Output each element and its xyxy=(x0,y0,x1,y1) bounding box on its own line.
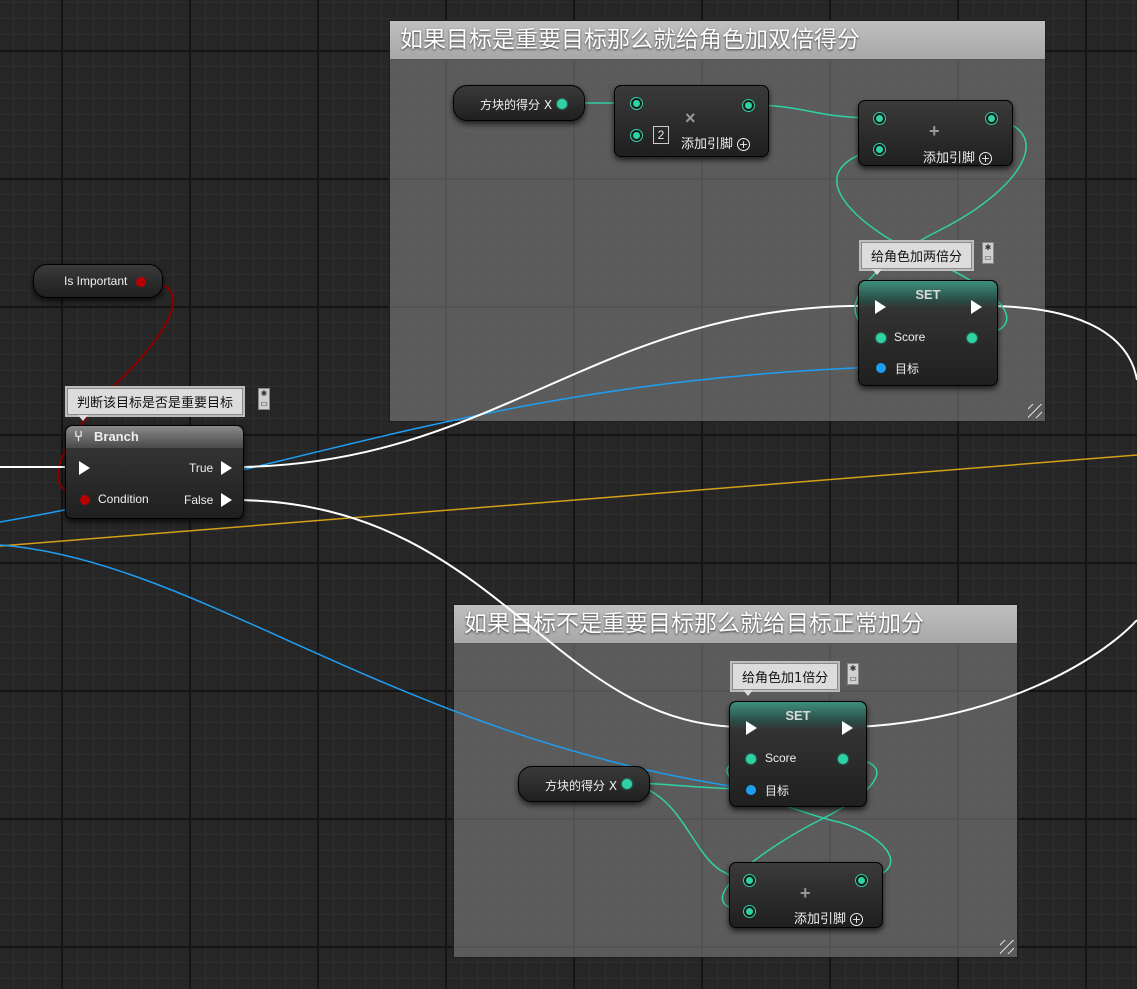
plus-circle-icon: + xyxy=(850,913,864,926)
branch-header: ⑂ Branch xyxy=(66,426,243,448)
condition-pin[interactable] xyxy=(80,495,90,505)
exec-wire-set-top-out xyxy=(984,305,1137,381)
exec-input-pin[interactable] xyxy=(875,300,886,314)
true-label: True xyxy=(189,461,214,475)
add-pin-label: 添加引脚 xyxy=(794,912,847,927)
multiply-icon: × xyxy=(685,108,696,128)
block-score-variable-node[interactable]: 方块的得分 X xyxy=(453,85,585,121)
score-label: Score xyxy=(894,330,926,344)
input-pin-b[interactable] xyxy=(744,906,755,917)
input-pin-a[interactable] xyxy=(874,113,885,124)
set-node-top[interactable]: SET Score 目标 xyxy=(858,280,998,386)
false-exec-pin[interactable] xyxy=(221,493,232,507)
target-pin[interactable] xyxy=(746,785,756,795)
variable-label: 方块的得分 X xyxy=(545,779,618,793)
output-pin[interactable] xyxy=(856,875,867,886)
set-top-comment-bubble[interactable]: 给角色加两倍分 xyxy=(861,242,973,275)
plus-circle-icon: + xyxy=(979,152,993,165)
score-output-pin[interactable] xyxy=(838,754,848,764)
exec-input-pin[interactable] xyxy=(79,461,90,475)
branch-comment-bubble[interactable]: 判断该目标是否是重要目标 xyxy=(67,388,244,421)
multiply-node[interactable]: 2 × 添加引脚 + xyxy=(614,85,769,157)
variable-label: Is Important xyxy=(64,274,128,288)
bubble-pin-icon[interactable]: ✱ ▭ xyxy=(982,242,994,264)
set-bottom-comment-bubble[interactable]: 给角色加1倍分 xyxy=(732,663,839,696)
target-pin[interactable] xyxy=(876,363,886,373)
add-node-top[interactable]: + 添加引脚 + xyxy=(858,100,1013,166)
input-pin-b[interactable] xyxy=(631,130,642,141)
input-pin-a[interactable] xyxy=(631,98,642,109)
output-pin[interactable] xyxy=(986,113,997,124)
block-score-variable-node[interactable]: 方块的得分 X xyxy=(518,766,650,802)
add-pin-button[interactable]: 添加引脚 + xyxy=(681,133,751,152)
add-node-bottom[interactable]: + 添加引脚 + xyxy=(729,862,883,928)
bubble-pin-icon[interactable]: ✱ ▭ xyxy=(847,663,859,685)
float-output-pin[interactable] xyxy=(622,779,632,789)
branch-node[interactable]: ⑂ Branch Condition True False xyxy=(65,425,244,519)
condition-label: Condition xyxy=(98,492,149,506)
exec-wire-true xyxy=(231,304,878,468)
plus-circle-icon: + xyxy=(737,138,751,151)
exec-output-pin[interactable] xyxy=(971,300,982,314)
target-label: 目标 xyxy=(895,362,920,376)
add-pin-button[interactable]: 添加引脚 + xyxy=(923,147,993,166)
score-output-pin[interactable] xyxy=(967,333,977,343)
bubble-pin-icon[interactable]: ✱ ▭ xyxy=(258,388,270,410)
add-pin-label: 添加引脚 xyxy=(681,137,734,152)
variable-label: 方块的得分 X xyxy=(480,98,553,112)
plus-icon: + xyxy=(800,883,811,903)
output-pin[interactable] xyxy=(743,100,754,111)
constant-input[interactable]: 2 xyxy=(653,126,669,144)
add-pin-label: 添加引脚 xyxy=(923,151,976,166)
plus-icon: + xyxy=(929,121,940,141)
score-input-pin[interactable] xyxy=(746,754,756,764)
exec-output-pin[interactable] xyxy=(842,721,853,735)
set-node-bottom[interactable]: SET Score 目标 xyxy=(729,701,867,807)
score-input-pin[interactable] xyxy=(876,333,886,343)
true-exec-pin[interactable] xyxy=(221,461,232,475)
branch-title: Branch xyxy=(94,429,139,444)
add-pin-button[interactable]: 添加引脚 + xyxy=(794,908,864,927)
branch-icon: ⑂ xyxy=(74,428,84,445)
input-pin-a[interactable] xyxy=(744,875,755,886)
exec-input-pin[interactable] xyxy=(746,721,757,735)
float-output-pin[interactable] xyxy=(557,99,567,109)
score-label: Score xyxy=(765,751,797,765)
bool-output-pin[interactable] xyxy=(136,277,146,287)
false-label: False xyxy=(184,493,214,507)
input-pin-b[interactable] xyxy=(874,144,885,155)
target-label: 目标 xyxy=(765,784,790,798)
exec-wire-set-bottom-out xyxy=(855,619,1137,728)
object-wire-bottom xyxy=(0,544,751,790)
exec-wire-false xyxy=(231,499,749,729)
is-important-variable-node[interactable]: Is Important xyxy=(33,264,163,298)
